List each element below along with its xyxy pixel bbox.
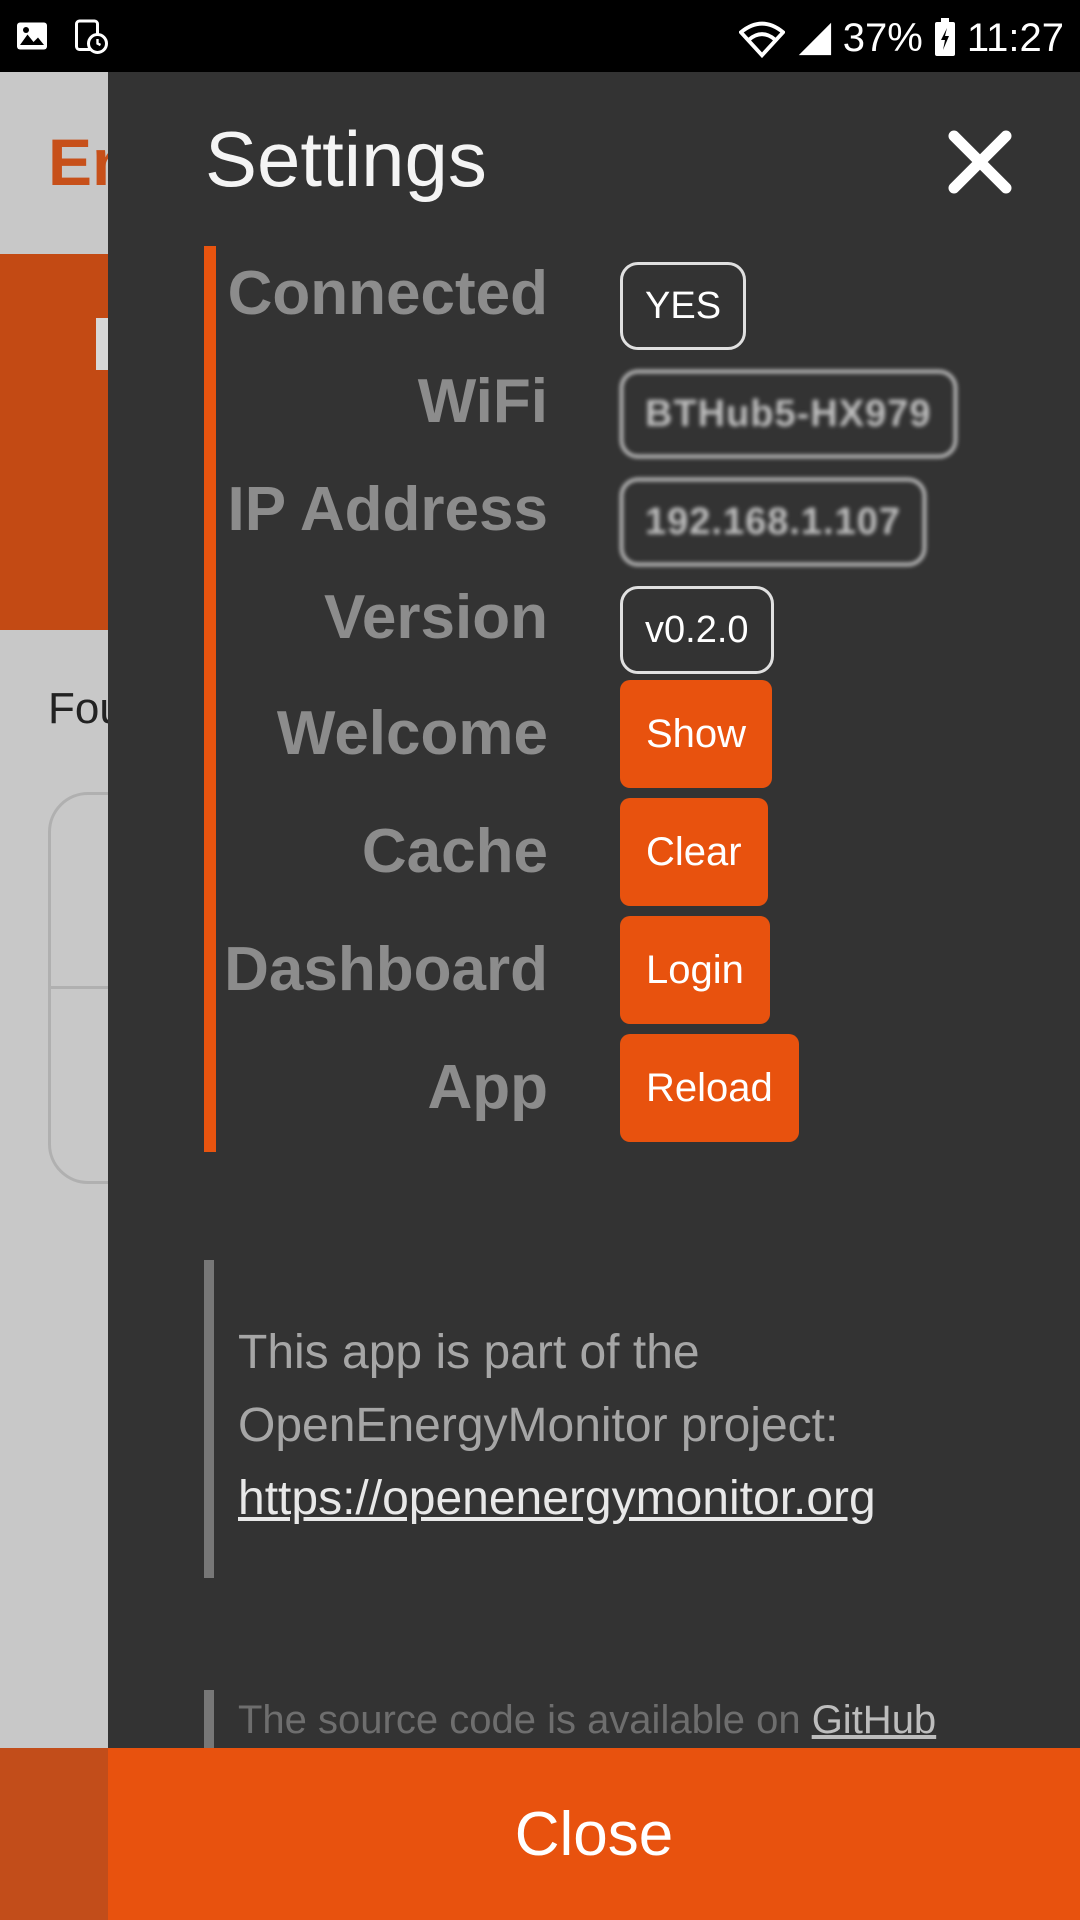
battery-percent: 37% — [842, 15, 923, 60]
connected-label: Connected — [227, 259, 548, 328]
connected-value: YES — [620, 262, 747, 350]
wifi-value: BTHub5-HX979 — [620, 370, 957, 458]
info-line-1: This app is part of the — [238, 1326, 700, 1379]
ip-value: 192.168.1.107 — [620, 478, 927, 566]
wifi-icon — [738, 21, 785, 58]
clock: 11:27 — [966, 15, 1064, 60]
page-title: Settings — [205, 115, 487, 203]
dashboard-login-button[interactable]: Login — [620, 916, 770, 1024]
welcome-label: Welcome — [276, 699, 548, 768]
status-bar: 37% 11:27 — [0, 0, 1080, 72]
openenergymonitor-link[interactable]: https://openenergymonitor.org — [238, 1472, 876, 1525]
wifi-label: WiFi — [417, 367, 548, 436]
alarm-icon — [75, 19, 108, 54]
settings-drawer: Settings Connected YES WiFi BTHub5-HX979… — [108, 72, 1080, 1748]
clear-cache-button[interactable]: Clear — [620, 798, 768, 906]
source-text: The source code is available on — [238, 1698, 801, 1742]
close-icon[interactable] — [946, 128, 1014, 196]
app-label: App — [427, 1053, 548, 1122]
version-label: Version — [324, 583, 548, 652]
github-link[interactable]: GitHub — [812, 1698, 937, 1742]
close-button[interactable]: Close — [108, 1748, 1080, 1920]
settings-list: Connected YES WiFi BTHub5-HX979 IP Addre… — [204, 246, 1024, 1152]
source-blockquote: The source code is available on GitHub — [204, 1690, 1024, 1748]
info-line-2: OpenEnergyMonitor project: — [238, 1399, 839, 1452]
signal-icon — [798, 22, 831, 56]
dashboard-label: Dashboard — [224, 935, 548, 1004]
battery-icon — [934, 18, 955, 56]
gallery-icon — [17, 22, 47, 50]
reload-app-button[interactable]: Reload — [620, 1034, 799, 1142]
version-value: v0.2.0 — [620, 586, 774, 674]
cache-label: Cache — [361, 817, 548, 886]
info-blockquote: This app is part of the OpenEnergyMonito… — [204, 1260, 1024, 1578]
ip-label: IP Address — [227, 475, 548, 544]
background-bottom-bar — [0, 1748, 108, 1920]
show-welcome-button[interactable]: Show — [620, 680, 773, 788]
